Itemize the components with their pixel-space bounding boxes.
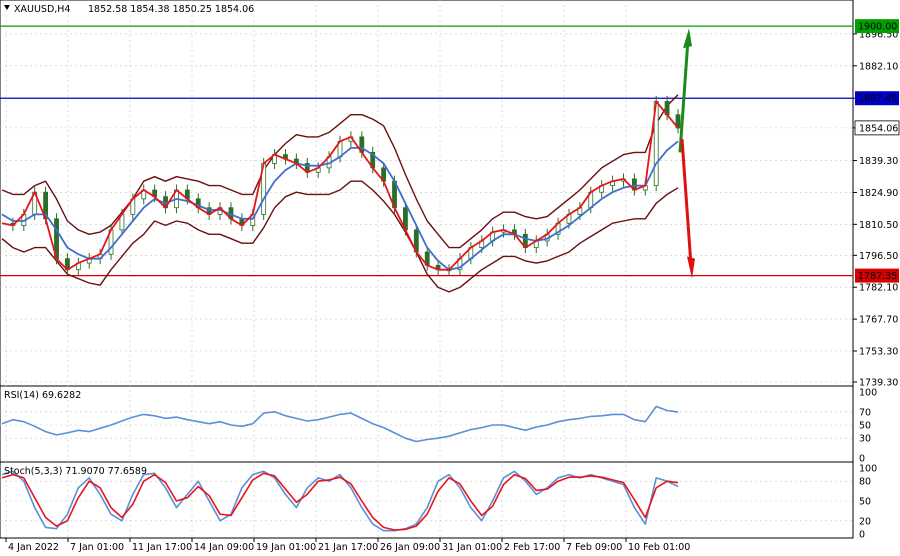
time-tick-label: 14 Jan 09:00	[194, 542, 254, 553]
price-tick-label: 1839.30	[859, 156, 898, 167]
level-price-label: 1787.35	[858, 271, 897, 282]
time-axis: 4 Jan 2022 7 Jan 01:00 11 Jan 17:00 14 Jan …	[5, 538, 690, 553]
ohlc-label: 1852.58 1854.38 1850.25 1854.06	[88, 4, 254, 15]
rsi-panel[interactable]	[0, 385, 854, 463]
rsi-tick-label: 30	[859, 434, 871, 445]
stochastic-tick-label: 80	[859, 477, 871, 488]
rsi-tick-label: 70	[859, 407, 871, 418]
time-tick-label: 10 Feb 01:00	[628, 542, 690, 553]
time-tick-label: 21 Jan 17:00	[318, 542, 378, 553]
price-axis: 1896.501882.101854.061839.301824.901810.…	[853, 19, 900, 541]
price-tick-label: 1767.70	[859, 315, 898, 326]
stochastic-tick-label: 20	[859, 516, 871, 527]
last-price-label: 1854.06	[859, 123, 898, 134]
price-tick-label: 1824.90	[859, 188, 898, 199]
time-tick-label: 11 Jan 17:00	[132, 542, 192, 553]
stochastic-title: Stoch(5,3,3) 71.9070 77.6589	[4, 466, 147, 477]
rsi-tick-label: 50	[859, 421, 871, 432]
time-tick-label: 26 Jan 09:00	[380, 542, 440, 553]
price-tick-label: 1810.50	[859, 220, 898, 231]
time-tick-label: 31 Jan 01:00	[442, 542, 502, 553]
price-panel[interactable]	[0, 0, 854, 387]
price-chart[interactable]: 1896.501882.101854.061839.301824.901810.…	[0, 0, 900, 556]
time-tick-label: 4 Jan 2022	[8, 542, 59, 553]
time-tick-label: 7 Feb 09:00	[566, 542, 622, 553]
time-tick-label: 7 Jan 01:00	[70, 542, 124, 553]
rsi-tick-label: 100	[859, 388, 877, 399]
time-tick-label: 19 Jan 01:00	[256, 542, 316, 553]
stochastic-tick-label: 100	[859, 464, 877, 475]
symbol-label: XAUUSD,H4	[14, 4, 70, 15]
level-price-label: 1900.00	[858, 22, 897, 33]
level-price-label: 1867.45	[858, 94, 897, 105]
stochastic-tick-label: 0	[859, 530, 865, 541]
price-tick-label: 1753.30	[859, 346, 898, 357]
stochastic-tick-label: 50	[859, 497, 871, 508]
price-tick-label: 1782.10	[859, 283, 898, 294]
time-tick-label: 2 Feb 17:00	[504, 542, 560, 553]
price-tick-label: 1882.10	[859, 61, 898, 72]
rsi-title: RSI(14) 69.6282	[4, 390, 81, 401]
price-tick-label: 1796.50	[859, 251, 898, 262]
